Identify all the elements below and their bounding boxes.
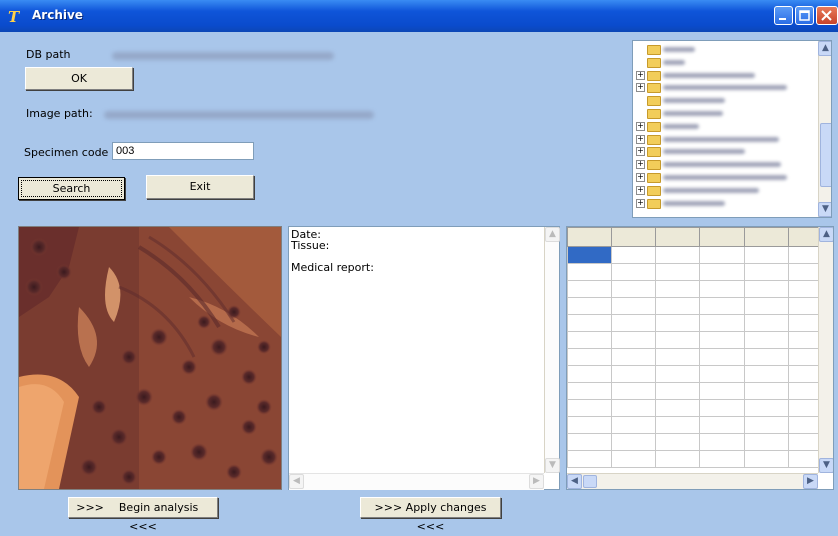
specimen-code-label: Specimen code (24, 146, 109, 159)
folder-icon (647, 57, 661, 68)
tree-item[interactable]: + (633, 69, 817, 82)
folder-icon (647, 198, 661, 209)
folder-icon (647, 45, 661, 55)
minimize-icon (779, 18, 786, 20)
specimen-code-input[interactable] (112, 142, 254, 160)
minimize-button[interactable] (774, 6, 793, 25)
grid-row (567, 314, 833, 332)
close-icon (821, 10, 832, 21)
maximize-button[interactable] (795, 6, 814, 25)
grid-row (567, 263, 833, 281)
scroll-down-icon[interactable]: ▼ (819, 458, 833, 473)
grid-row (567, 297, 833, 315)
folder-icon (647, 185, 661, 196)
expand-icon[interactable]: + (636, 147, 645, 157)
image-path-label: Image path: (26, 107, 93, 120)
grid-horizontal-scrollbar[interactable]: ◀ ▶ (567, 473, 818, 489)
folder-icon (647, 96, 661, 107)
begin-analysis-label: Begin analysis (118, 501, 199, 514)
search-button[interactable]: Search (18, 177, 125, 200)
tree-item[interactable] (633, 43, 817, 56)
folder-icon (647, 134, 661, 145)
tree-item[interactable]: + (633, 158, 817, 171)
grid-row (567, 365, 833, 383)
grid-row (567, 280, 833, 298)
report-horizontal-scrollbar[interactable]: ◀ ▶ (289, 473, 544, 490)
begin-analysis-button[interactable]: >>> Begin analysis <<< (68, 497, 218, 533)
scroll-up-icon[interactable]: ▲ (545, 227, 560, 242)
begin-analysis-suffix: <<< (129, 520, 157, 533)
tree-scrollbar[interactable]: ▲ ▼ (818, 41, 831, 217)
grid-header-row (567, 227, 833, 247)
grid-vertical-scrollbar[interactable]: ▲ ▼ (818, 227, 833, 473)
app-logo-icon: T (8, 8, 20, 26)
folder-tree[interactable]: + + + + + + + + + ▲ ▼ (632, 40, 832, 218)
expand-icon[interactable]: + (636, 198, 645, 208)
grid-row (567, 416, 833, 434)
tree-item[interactable]: + (633, 133, 817, 146)
scroll-right-icon[interactable]: ▶ (529, 474, 544, 489)
window-title: Archive (32, 8, 83, 22)
folder-icon (647, 121, 661, 132)
expand-icon[interactable]: + (636, 134, 645, 144)
data-grid[interactable]: ▲ ▼ ◀ ▶ (566, 226, 834, 490)
folder-icon (647, 147, 661, 158)
scroll-right-icon[interactable]: ▶ (803, 474, 818, 489)
grid-row (567, 348, 833, 366)
grid-row (567, 331, 833, 349)
db-path-value (112, 52, 334, 60)
tree-item[interactable] (633, 56, 817, 69)
tree-item[interactable] (633, 94, 817, 107)
folder-icon (647, 160, 661, 171)
grid-cell-selected[interactable] (567, 246, 613, 264)
expand-icon[interactable]: + (636, 185, 645, 195)
expand-icon[interactable]: + (636, 160, 645, 170)
expand-icon[interactable]: + (636, 121, 645, 131)
tree-item[interactable]: + (633, 171, 817, 184)
tree-item[interactable]: + (633, 81, 817, 94)
grid-row (567, 433, 833, 451)
apply-changes-button[interactable]: >>> Apply changes <<< (360, 497, 501, 533)
expand-icon[interactable]: + (636, 172, 645, 182)
grid-row (567, 246, 833, 264)
close-button[interactable] (816, 6, 838, 25)
grid-row (567, 450, 833, 468)
tree-item[interactable] (633, 107, 817, 120)
scroll-thumb[interactable] (820, 123, 831, 187)
grid-row (567, 382, 833, 400)
tissue-label: Tissue: (291, 239, 330, 252)
report-content: Date: Tissue: Medical report: (291, 229, 374, 273)
image-path-value (104, 111, 374, 119)
tree-item[interactable]: + (633, 145, 817, 158)
ok-button[interactable]: OK (25, 67, 133, 90)
scroll-left-icon[interactable]: ◀ (567, 474, 582, 489)
scroll-thumb[interactable] (583, 475, 597, 488)
expand-icon[interactable]: + (636, 83, 645, 93)
folder-icon (647, 108, 661, 119)
tree-item[interactable]: + (633, 197, 817, 210)
folder-icon (647, 83, 661, 94)
folder-icon (647, 70, 661, 81)
exit-button[interactable]: Exit (146, 175, 254, 199)
scroll-up-icon[interactable]: ▲ (819, 227, 833, 242)
maximize-icon (799, 10, 810, 21)
tree-item[interactable]: + (633, 184, 817, 197)
expand-icon[interactable]: + (636, 70, 645, 80)
scroll-down-icon[interactable]: ▼ (818, 202, 831, 217)
scroll-left-icon[interactable]: ◀ (289, 474, 304, 489)
report-vertical-scrollbar[interactable]: ▲ ▼ (544, 227, 560, 473)
medical-report-label: Medical report: (291, 261, 374, 274)
scroll-up-icon[interactable]: ▲ (818, 41, 831, 56)
scroll-down-icon[interactable]: ▼ (545, 458, 560, 473)
begin-analysis-prefix: >>> (76, 501, 104, 514)
folder-icon (647, 172, 661, 183)
specimen-image (18, 226, 282, 490)
report-text-area[interactable]: Date: Tissue: Medical report: ▲ ▼ ◀ ▶ (288, 226, 560, 490)
grid-row (567, 399, 833, 417)
title-bar[interactable]: T Archive (0, 0, 838, 32)
tree-item[interactable]: + (633, 120, 817, 133)
db-path-label: DB path (26, 48, 71, 61)
